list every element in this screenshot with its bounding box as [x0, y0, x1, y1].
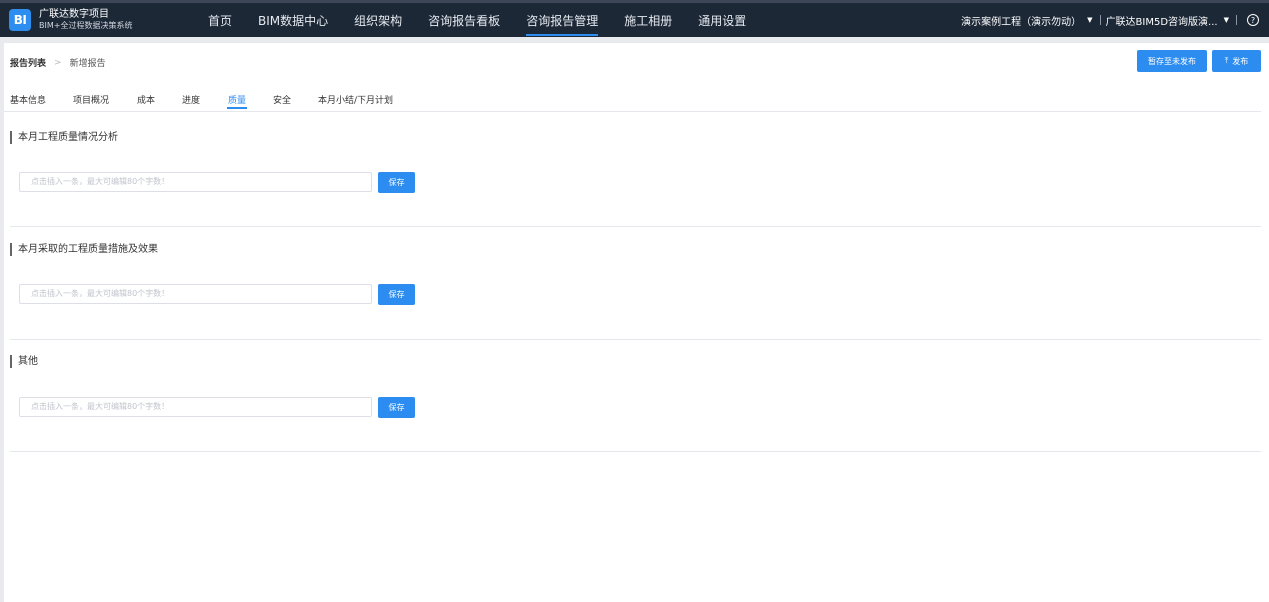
breadcrumb: 报告列表 > 新增报告 — [10, 56, 106, 70]
section-quality-analysis: 本月工程质量情况分析 点击插入一条，最大可编辑80个字数！ 保存 — [10, 131, 1261, 227]
text-input[interactable]: 点击插入一条，最大可编辑80个字数！ — [19, 172, 372, 192]
help-icon[interactable]: ? — [1247, 14, 1259, 26]
save-button[interactable]: 保存 — [378, 397, 415, 418]
project-selector[interactable]: 演示案例工程（演示勿动） — [961, 13, 1081, 28]
nav-bim-data-center[interactable]: BIM数据中心 — [245, 3, 341, 37]
section-divider — [10, 451, 1261, 452]
divider — [1099, 15, 1101, 25]
section-other: 其他 点击插入一条，最大可编辑80个字数！ 保存 — [10, 355, 1261, 452]
section-divider — [10, 226, 1261, 227]
breadcrumb-current: 新增报告 — [69, 59, 106, 69]
text-input[interactable]: 点击插入一条，最大可编辑80个字数！ — [19, 284, 372, 304]
breadcrumb-separator: > — [54, 57, 62, 68]
publish-button[interactable]: ⤒ 发布 — [1212, 50, 1261, 72]
main-nav: 首页 BIM数据中心 组织架构 咨询报告看板 咨询报告管理 施工相册 通用设置 — [195, 3, 759, 37]
top-navbar: BI 广联达数字项目 BIM+全过程数据决策系统 首页 BIM数据中心 组织架构… — [0, 0, 1269, 37]
tab-basic-info[interactable]: 基本信息 — [10, 93, 46, 106]
text-input[interactable]: 点击插入一条，最大可编辑80个字数！ — [19, 397, 372, 417]
chevron-down-icon[interactable]: ▼ — [1087, 16, 1092, 24]
brand-subtitle: BIM+全过程数据决策系统 — [39, 21, 133, 30]
save-draft-button[interactable]: 暂存至未发布 — [1137, 50, 1207, 72]
tab-quality[interactable]: 质量 — [226, 93, 248, 109]
org-selector[interactable]: 广联达BIM5D咨询版演... — [1106, 13, 1218, 28]
nav-report-management[interactable]: 咨询报告管理 — [513, 3, 611, 37]
app-logo-icon: BI — [9, 9, 31, 31]
nav-home[interactable]: 首页 — [195, 3, 245, 37]
nav-general-settings[interactable]: 通用设置 — [685, 3, 759, 37]
breadcrumb-report-list[interactable]: 报告列表 — [10, 56, 46, 69]
brand[interactable]: BI 广联达数字项目 BIM+全过程数据决策系统 — [9, 9, 187, 31]
section-title: 本月工程质量情况分析 — [10, 131, 118, 144]
header-tools: 演示案例工程（演示勿动） ▼ 广联达BIM5D咨询版演... ▼ ? — [961, 13, 1259, 28]
tab-cost[interactable]: 成本 — [137, 93, 155, 106]
report-tabs: 基本信息 项目概况 成本 进度 质量 安全 本月小结/下月计划 — [4, 88, 1261, 112]
save-button[interactable]: 保存 — [378, 284, 415, 305]
tab-safety[interactable]: 安全 — [273, 93, 291, 106]
nav-report-dashboard[interactable]: 咨询报告看板 — [415, 3, 513, 37]
section-title: 本月采取的工程质量措施及效果 — [10, 243, 158, 256]
tab-monthly-summary[interactable]: 本月小结/下月计划 — [318, 93, 393, 106]
section-quality-measures: 本月采取的工程质量措施及效果 点击插入一条，最大可编辑80个字数！ 保存 — [10, 243, 1261, 340]
section-title: 其他 — [10, 355, 38, 368]
upload-icon: ⤒ — [1224, 56, 1229, 65]
save-button[interactable]: 保存 — [378, 172, 415, 193]
brand-title: 广联达数字项目 — [39, 9, 109, 20]
section-divider — [10, 339, 1261, 340]
chevron-down-icon[interactable]: ▼ — [1224, 16, 1229, 24]
tab-progress[interactable]: 进度 — [182, 93, 200, 106]
tab-project-overview[interactable]: 项目概况 — [73, 93, 109, 106]
nav-org-structure[interactable]: 组织架构 — [341, 3, 415, 37]
nav-construction-album[interactable]: 施工相册 — [611, 3, 685, 37]
divider — [1236, 15, 1237, 25]
content-panel: 报告列表 > 新增报告 暂存至未发布 ⤒ 发布 基本信息 项目概况 成本 进度 … — [4, 43, 1269, 602]
publish-label: 发布 — [1232, 56, 1249, 66]
